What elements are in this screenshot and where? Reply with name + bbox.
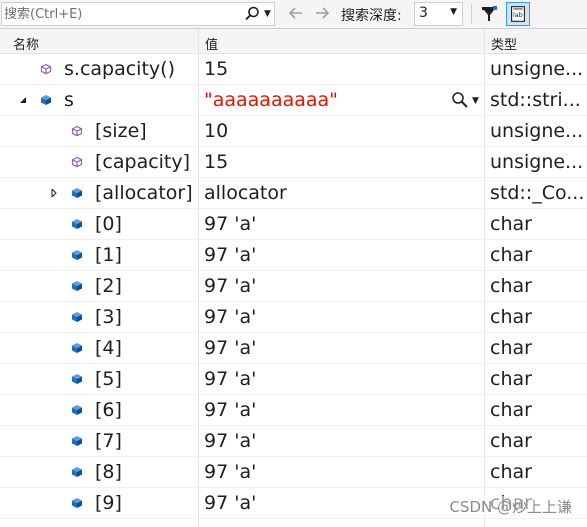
row-name: [0] (95, 213, 122, 235)
column-header-type[interactable]: 类型 (491, 34, 517, 53)
field-icon (72, 281, 82, 291)
row-type: std::stri... (490, 89, 581, 111)
row-name: [capacity] (95, 151, 191, 173)
table-row[interactable]: [3] 97 'a' char (0, 302, 587, 333)
row-name: s (64, 89, 74, 111)
search-back-icon[interactable] (286, 3, 306, 23)
collapsed-arrow-icon[interactable] (50, 189, 58, 197)
pin-filter-icon[interactable] (478, 3, 500, 25)
column-header: 名称 值 类型 (0, 29, 587, 54)
column-header-name[interactable]: 名称 (13, 34, 39, 53)
row-name: [4] (95, 337, 122, 359)
expanded-arrow-icon[interactable] (19, 96, 27, 104)
field-icon (72, 250, 82, 260)
property-icon (71, 156, 83, 168)
row-type: char (490, 368, 532, 390)
field-icon (41, 95, 51, 105)
search-depth-value: 3 (419, 5, 428, 21)
search-input[interactable] (4, 3, 236, 25)
row-value[interactable]: 97 'a' (204, 457, 484, 487)
row-name: [allocator] (95, 182, 193, 204)
row-value[interactable]: 97 'a' (204, 426, 484, 456)
row-name: [6] (95, 399, 122, 421)
search-icon[interactable] (243, 5, 261, 23)
row-type: unsigne... (490, 120, 584, 142)
column-header-value[interactable]: 值 (205, 34, 218, 53)
table-row[interactable]: [capacity] 15 unsigne... (0, 147, 587, 178)
svg-text:lab: lab (513, 11, 523, 19)
row-name: [1] (95, 244, 122, 266)
search-depth-label: 搜索深度: (341, 8, 402, 24)
search-options-dropdown-icon[interactable]: ▼ (264, 6, 271, 22)
row-name: [2] (95, 275, 122, 297)
property-icon (40, 63, 52, 75)
row-type: char (490, 461, 532, 483)
watch-rows: s.capacity() 15 unsigne... s "aaaaaaaaaa" ▼ st… (0, 54, 587, 527)
row-value[interactable]: 97 'a' (204, 395, 484, 425)
table-row[interactable]: [1] 97 'a' char (0, 240, 587, 271)
field-icon (72, 405, 82, 415)
search-depth-select[interactable]: 3 ▼ (414, 2, 463, 26)
row-name: [8] (95, 461, 122, 483)
row-type: char (490, 337, 532, 359)
table-row[interactable]: [allocator] allocator std::_Co... (0, 178, 587, 209)
row-type: char (490, 399, 532, 421)
row-name: [5] (95, 368, 122, 390)
field-icon (72, 374, 82, 384)
chevron-down-icon: ▼ (450, 7, 457, 17)
hex-display-icon[interactable]: lab (506, 2, 530, 26)
row-value[interactable]: "aaaaaaaaaa" (204, 85, 448, 115)
row-value[interactable]: 97 'a' (204, 302, 484, 332)
visualizer-dropdown-icon[interactable]: ▼ (472, 86, 479, 116)
row-value[interactable]: 97 'a' (204, 364, 484, 394)
row-value[interactable]: 97 'a' (204, 240, 484, 270)
table-row[interactable]: [4] 97 'a' char (0, 333, 587, 364)
row-value[interactable]: 97 'a' (204, 271, 484, 301)
toolbar: ▼ 搜索深度: 3 ▼ lab (0, 0, 587, 29)
magnifier-icon[interactable] (451, 91, 469, 109)
watermark: CSDN @炒上上谦 (449, 496, 572, 517)
property-icon (71, 125, 83, 137)
field-icon (72, 343, 82, 353)
row-value[interactable]: allocator (204, 178, 484, 208)
table-row[interactable]: [8] 97 'a' char (0, 457, 587, 488)
table-row[interactable]: [0] 97 'a' char (0, 209, 587, 240)
row-name: [9] (95, 492, 122, 514)
row-name: [3] (95, 306, 122, 328)
table-row[interactable]: [6] 97 'a' char (0, 395, 587, 426)
toolbar-divider (471, 4, 472, 24)
row-type: char (490, 213, 532, 235)
search-box[interactable]: ▼ (1, 2, 275, 26)
search-forward-icon[interactable] (312, 3, 332, 23)
row-value[interactable]: 15 (204, 54, 484, 84)
table-row[interactable]: [size] 10 unsigne... (0, 116, 587, 147)
field-icon (72, 498, 82, 508)
row-type: unsigne... (490, 58, 584, 80)
row-name: [size] (95, 120, 147, 142)
table-row[interactable]: s.capacity() 15 unsigne... (0, 54, 587, 85)
row-type: char (490, 430, 532, 452)
row-value[interactable]: 97 'a' (204, 333, 484, 363)
row-type: std::_Co... (490, 182, 585, 204)
row-type: char (490, 275, 532, 297)
row-type: unsigne... (490, 151, 584, 173)
row-value[interactable]: 10 (204, 116, 484, 146)
field-icon (72, 436, 82, 446)
field-icon (72, 219, 82, 229)
table-row[interactable]: [5] 97 'a' char (0, 364, 587, 395)
row-value[interactable]: 97 'a' (204, 209, 484, 239)
row-name: [7] (95, 430, 122, 452)
field-icon (72, 188, 82, 198)
field-icon (72, 312, 82, 322)
table-row[interactable]: [7] 97 'a' char (0, 426, 587, 457)
row-type: char (490, 244, 532, 266)
row-value[interactable]: 15 (204, 147, 484, 177)
field-icon (72, 467, 82, 477)
row-name: s.capacity() (64, 58, 175, 80)
table-row[interactable]: [2] 97 'a' char (0, 271, 587, 302)
row-type: char (490, 306, 532, 328)
table-row[interactable]: s "aaaaaaaaaa" ▼ std::stri... (0, 85, 587, 116)
row-value[interactable]: 97 'a' (204, 488, 484, 518)
